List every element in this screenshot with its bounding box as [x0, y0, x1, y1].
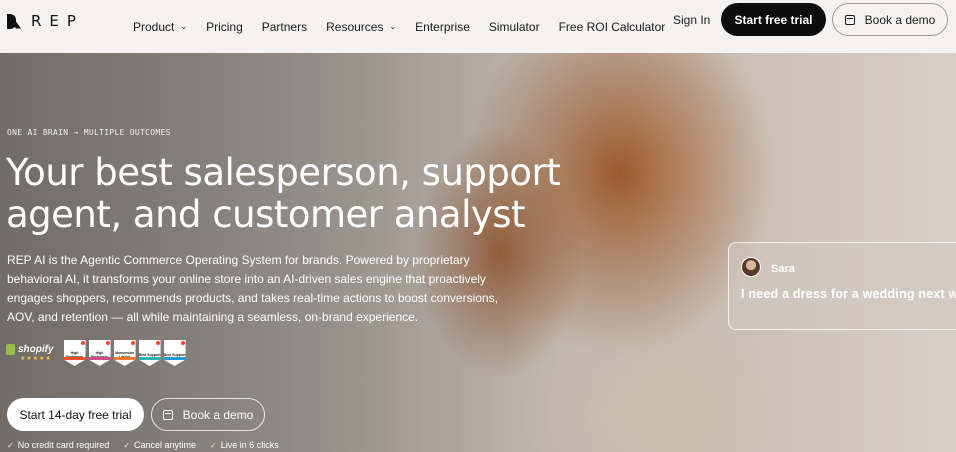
check-label: Cancel anytime — [133, 440, 196, 450]
hero-book-demo-label: Book a demo — [182, 407, 254, 422]
nav-item-partners[interactable]: Partners — [262, 20, 307, 34]
calendar-icon — [162, 409, 173, 420]
check-item: ✓ Cancel anytime — [123, 440, 196, 450]
badge-ribbon — [138, 357, 161, 360]
g2-badge: Momentum Leader — [113, 340, 136, 366]
check-item: ✓ No credit card required — [7, 440, 109, 450]
top-navbar: REP Product ⌄ Pricing Partners Resources ⌄… — [0, 0, 956, 53]
nav-links: Product ⌄ Pricing Partners Resources ⌄ Ent… — [133, 0, 665, 53]
nav-item-label: Resources — [326, 19, 384, 34]
nav-item-label: Partners — [261, 19, 308, 34]
g2-badge: Best Support — [138, 340, 161, 366]
check-label: Live in 6 clicks — [220, 440, 279, 450]
g2-logo-icon — [130, 341, 135, 345]
shopify-label: shopify — [18, 344, 54, 355]
badge-ribbon — [88, 357, 111, 360]
shopify-bag-icon — [6, 344, 15, 355]
badge-ribbon — [163, 357, 186, 360]
chat-message-card: Sara I need a dress for a wedding next w… — [728, 242, 956, 330]
book-demo-label: Book a demo — [864, 12, 936, 27]
chevron-down-icon: ⌄ — [180, 22, 188, 31]
nav-item-label: Free ROI Calculator — [558, 19, 666, 34]
avatar — [741, 257, 761, 277]
hero-tagline: ONE AI BRAIN → MULTIPLE OUTCOMES — [7, 128, 171, 137]
nav-item-product[interactable]: Product ⌄ — [133, 20, 187, 34]
nav-item-roi-calculator[interactable]: Free ROI Calculator — [559, 20, 666, 34]
chat-sender-name: Sara — [771, 263, 795, 275]
chevron-down-icon: ⌄ — [389, 22, 397, 31]
start-free-trial-button[interactable]: Start free trial — [721, 3, 826, 36]
sign-in-link[interactable]: Sign In — [673, 13, 710, 27]
badge-label: Best Support — [163, 352, 186, 357]
check-label: No credit card required — [17, 440, 110, 450]
g2-logo-icon — [155, 341, 160, 345]
book-demo-button[interactable]: Book a demo — [832, 3, 948, 36]
headline-line-1: Your best salesperson, support — [6, 151, 561, 194]
hero-section: ONE AI BRAIN → MULTIPLE OUTCOMES Your be… — [0, 53, 956, 452]
headline-line-2: agent, and customer analyst — [6, 193, 526, 236]
g2-logo-icon — [80, 341, 85, 345]
review-badges: shopify ★★★★★ High Performer High Perfor… — [6, 340, 189, 366]
nav-item-label: Pricing — [206, 19, 243, 34]
g2-badge: High Performer — [63, 340, 86, 366]
check-icon: ✓ — [123, 440, 130, 450]
brand-name: REP — [31, 12, 84, 30]
hero-book-demo-button[interactable]: Book a demo — [151, 398, 265, 431]
rep-logo-icon — [7, 13, 21, 29]
badge-ribbon — [113, 357, 136, 360]
nav-item-resources[interactable]: Resources ⌄ — [326, 20, 396, 34]
badge-ribbon — [63, 357, 86, 360]
rep-logo[interactable]: REP — [7, 12, 84, 30]
badge-label: Best Support — [138, 352, 161, 357]
hero-description: REP AI is the Agentic Commerce Operating… — [7, 253, 498, 324]
chat-message-text: I need a dress for a wedding next we — [741, 287, 956, 301]
nav-item-enterprise[interactable]: Enterprise — [415, 20, 470, 34]
nav-item-label: Product — [133, 19, 175, 34]
check-icon: ✓ — [209, 440, 217, 450]
calendar-icon — [844, 14, 855, 25]
shopify-rating: shopify ★★★★★ — [6, 344, 54, 362]
check-icon: ✓ — [7, 440, 14, 450]
nav-item-label: Simulator — [488, 19, 540, 34]
g2-logo-icon — [105, 341, 110, 345]
shopify-wordmark: shopify — [6, 344, 54, 355]
star-rating-icon: ★★★★★ — [20, 356, 52, 362]
nav-item-pricing[interactable]: Pricing — [206, 20, 243, 34]
check-item: ✓ Live in 6 clicks — [210, 440, 279, 450]
g2-badge: High Performer — [88, 340, 111, 366]
nav-item-label: Enterprise — [415, 19, 470, 34]
g2-logo-icon — [180, 341, 185, 345]
g2-badge: Best Support — [163, 340, 186, 366]
trust-checks: ✓ No credit card required ✓ Cancel anytime… — [7, 440, 279, 450]
hero-headline: Your best salesperson, support agent, an… — [6, 152, 566, 236]
start-14-day-trial-button[interactable]: Start 14-day free trial — [7, 398, 144, 431]
nav-item-simulator[interactable]: Simulator — [489, 20, 540, 34]
